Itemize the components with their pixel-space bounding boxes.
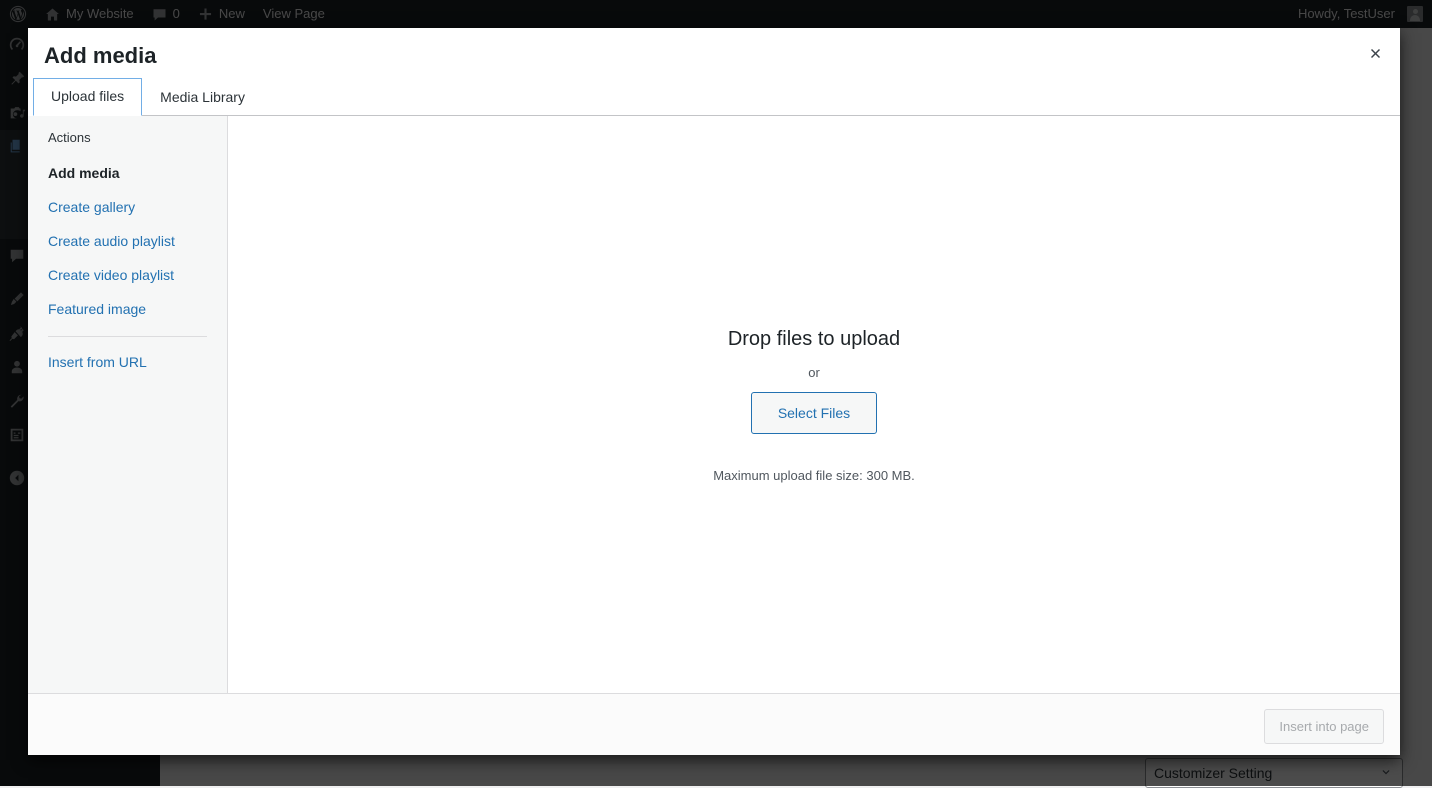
menu-item-featured-image[interactable]: Featured image [28, 292, 227, 326]
or-label: or [808, 365, 820, 380]
modal-title: Add media [44, 42, 156, 71]
tab-media-library[interactable]: Media Library [142, 79, 263, 116]
modal-actions-menu: Actions Add media Create gallery Create … [28, 116, 228, 694]
tab-upload-files[interactable]: Upload files [33, 78, 142, 116]
menu-divider [48, 336, 207, 337]
add-media-modal: Add media Upload files Media Library Act… [28, 28, 1400, 755]
modal-body: Actions Add media Create gallery Create … [28, 116, 1400, 694]
menu-item-add-media[interactable]: Add media [28, 156, 227, 190]
menu-item-create-video-playlist[interactable]: Create video playlist [28, 258, 227, 292]
close-icon[interactable] [1350, 28, 1400, 78]
insert-into-page-button[interactable]: Insert into page [1264, 709, 1384, 744]
max-upload-size-text: Maximum upload file size: 300 MB. [713, 468, 915, 483]
modal-content-area: Drop files to upload or Select Files Max… [228, 116, 1400, 694]
menu-item-create-gallery[interactable]: Create gallery [28, 190, 227, 224]
modal-tabs: Upload files Media Library [33, 80, 1400, 116]
actions-heading: Actions [28, 116, 227, 156]
drop-files-title: Drop files to upload [728, 327, 900, 351]
close-x-icon [1367, 45, 1384, 62]
modal-footer-toolbar: Insert into page [28, 693, 1400, 755]
uploader-dropzone[interactable]: Drop files to upload or Select Files Max… [228, 116, 1400, 694]
menu-item-create-audio-playlist[interactable]: Create audio playlist [28, 224, 227, 258]
menu-item-insert-from-url[interactable]: Insert from URL [28, 345, 227, 379]
select-files-button[interactable]: Select Files [751, 392, 877, 434]
